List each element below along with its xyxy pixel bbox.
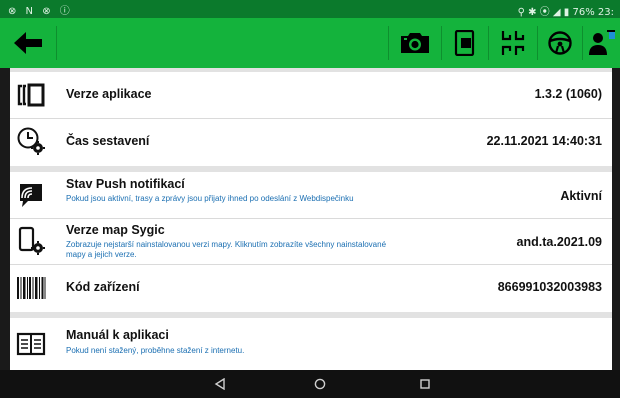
signal-chat-icon xyxy=(16,180,46,210)
status-system-icons: ⚲ ✱ ⦿ ◢ ▮ 76% 23: xyxy=(518,3,614,18)
document-button[interactable] xyxy=(442,18,488,68)
nav-back-button[interactable] xyxy=(212,376,228,392)
row-description: Zobrazuje nejstarší nainstalovanou verzi… xyxy=(66,240,387,259)
nav-home-icon xyxy=(314,378,326,390)
info-group-manual: Manuál k aplikaci Pokud není stažený, pr… xyxy=(10,318,612,370)
row-title: Verze aplikace xyxy=(66,87,152,101)
row-build-time: Čas sestavení 22.11.2021 14:40:31 xyxy=(10,118,612,165)
row-push-status: Stav Push notifikací Pokud jsou aktivní,… xyxy=(10,172,612,219)
steering-wheel-button[interactable] xyxy=(538,18,582,68)
app-version-icon xyxy=(16,80,46,110)
row-description: Pokud jsou aktivní, trasy a zprávy jsou … xyxy=(66,194,354,203)
info-group-app: Verze aplikace 1.3.2 (1060) Čas sestaven… xyxy=(10,72,612,166)
camera-button[interactable] xyxy=(389,18,441,68)
row-title: Stav Push notifikací xyxy=(66,177,185,191)
arrow-left-icon xyxy=(14,32,42,54)
row-value: Aktivní xyxy=(560,189,602,203)
row-manual[interactable]: Manuál k aplikaci Pokud není stažený, pr… xyxy=(10,318,612,370)
row-app-version: Verze aplikace 1.3.2 (1060) xyxy=(10,72,612,119)
user-switch-icon xyxy=(588,30,615,55)
row-value: 1.3.2 (1060) xyxy=(534,87,602,101)
nav-recents-icon xyxy=(420,379,430,389)
row-title: Kód zařízení xyxy=(66,280,140,294)
toolbar-separator xyxy=(56,26,57,60)
camera-icon xyxy=(401,33,429,53)
phone-gear-icon xyxy=(16,226,46,256)
row-value: 866991032003983 xyxy=(497,280,602,294)
barcode-icon xyxy=(16,273,46,303)
nav-back-icon xyxy=(214,378,225,390)
book-icon xyxy=(16,329,46,359)
clock-gear-icon xyxy=(16,126,46,156)
system-nav-bar xyxy=(0,370,620,398)
battery-level: 76% xyxy=(572,7,595,18)
status-system-icons-text: ⚲ ✱ ⦿ ◢ ▮ xyxy=(517,7,570,18)
status-bar: ⊗ N ⊗ ⓘ ⚲ ✱ ⦿ ◢ ▮ 76% 23: xyxy=(0,0,620,18)
user-switch-button[interactable] xyxy=(583,18,620,68)
status-notification-icons: ⊗ N ⊗ ⓘ xyxy=(8,6,73,17)
row-value: and.ta.2021.09 xyxy=(516,235,602,249)
nav-recents-button[interactable] xyxy=(417,376,433,392)
back-button[interactable] xyxy=(0,18,56,68)
row-title: Verze map Sygic xyxy=(66,223,165,237)
row-device-code: Kód zařízení 866991032003983 xyxy=(10,264,612,311)
apps-grid-button[interactable] xyxy=(489,18,537,68)
toolbar xyxy=(0,18,620,68)
row-title: Čas sestavení xyxy=(66,134,150,148)
apps-grid-icon xyxy=(501,31,525,55)
row-value: 22.11.2021 14:40:31 xyxy=(486,134,602,148)
row-description: Pokud není stažený, proběhne stažení z i… xyxy=(66,346,245,355)
row-title: Manuál k aplikaci xyxy=(66,328,169,342)
info-group-device: Stav Push notifikací Pokud jsou aktivní,… xyxy=(10,172,612,312)
nav-home-button[interactable] xyxy=(312,376,328,392)
status-clock: 23: xyxy=(597,7,614,18)
about-list: Verze aplikace 1.3.2 (1060) Čas sestaven… xyxy=(10,68,612,370)
document-icon xyxy=(454,30,475,56)
row-sygic-version[interactable]: Verze map Sygic Zobrazuje nejstarší nain… xyxy=(10,218,612,265)
steering-wheel-icon xyxy=(548,31,572,55)
